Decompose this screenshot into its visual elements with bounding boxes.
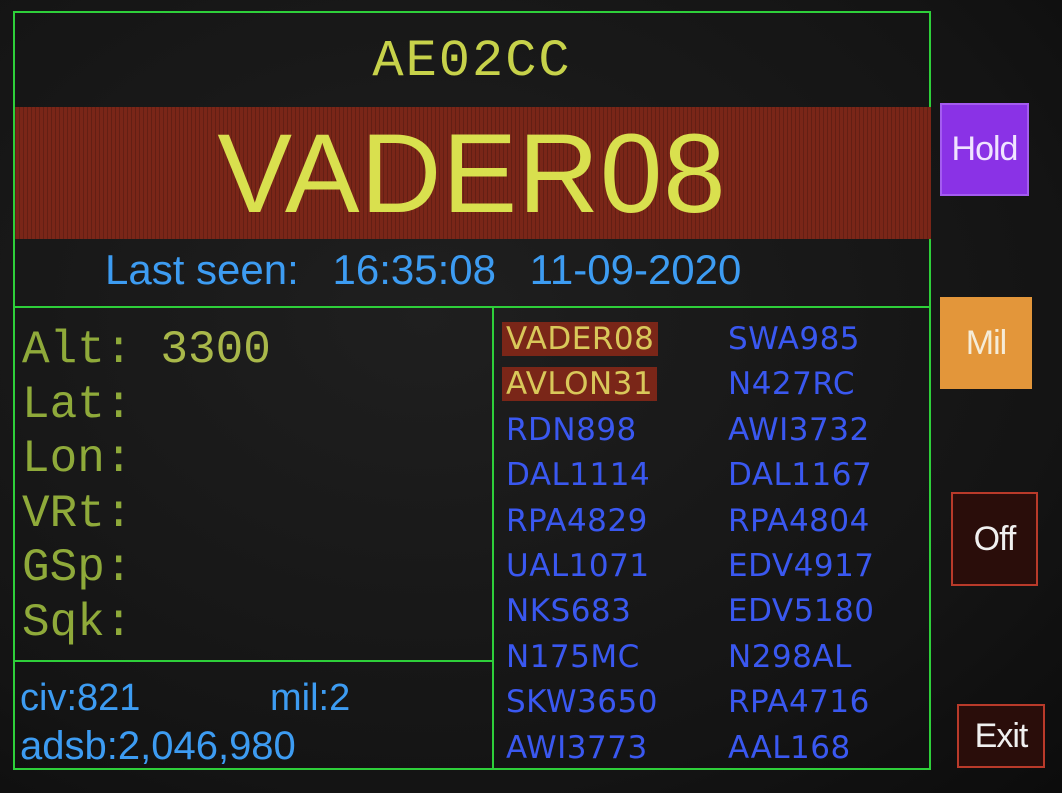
exit-button[interactable]: Exit (957, 704, 1045, 768)
flight-list-item[interactable]: RDN898 (502, 413, 641, 447)
stat-ground-speed: GSp: (22, 541, 271, 596)
flight-list-item[interactable]: EDV5180 (724, 594, 879, 628)
flight-list-item[interactable]: N298AL (724, 640, 856, 674)
mil-button[interactable]: Mil (940, 297, 1032, 389)
divider-list (492, 306, 494, 770)
flight-list-item[interactable]: EDV4917 (724, 549, 879, 583)
off-button[interactable]: Off (951, 492, 1038, 586)
stat-value: 3300 (160, 324, 271, 376)
stat-label: Sqk: (22, 596, 133, 649)
last-seen-label: Last seen: (105, 246, 299, 293)
stat-altitude: Alt: 3300 (22, 323, 271, 378)
last-seen-line: Last seen: 16:35:08 11-09-2020 (105, 246, 763, 296)
message-counts: civ:821 mil:2 adsb:2,046,980 (20, 672, 490, 768)
flight-list-item[interactable]: N175MC (502, 640, 644, 674)
stat-longitude: Lon: (22, 432, 271, 487)
mil-count: mil:2 (270, 677, 351, 719)
flight-list-item[interactable]: SKW3650 (502, 685, 662, 719)
divider-counts (13, 660, 493, 662)
stat-label: Alt: (22, 324, 133, 376)
stat-squawk: Sqk: (22, 596, 271, 651)
last-seen-time: 16:35:08 (332, 246, 496, 293)
icao-code: AE02CC (372, 32, 572, 91)
flight-list-item[interactable]: N427RC (724, 367, 859, 401)
stat-label: VRt: (22, 487, 133, 540)
stat-label: Lat: (22, 378, 133, 431)
civ-count: civ:821 (20, 677, 141, 719)
flight-list-item[interactable]: DAL1114 (502, 458, 654, 492)
flight-list: VADER08 SWA985 AVLON31 N427RC RDN898 AWI3732 D… (498, 316, 928, 768)
flight-list-item[interactable]: DAL1167 (724, 458, 876, 492)
flight-list-item[interactable]: NKS683 (502, 594, 635, 628)
flight-list-item[interactable]: AWI3773 (502, 731, 652, 765)
display-screen: AE02CC VADER08 Last seen: 16:35:08 11-09… (0, 0, 1062, 793)
flight-list-item[interactable]: RPA4804 (724, 504, 874, 538)
stat-vertical-rate: VRt: (22, 487, 271, 542)
stat-label: GSp: (22, 542, 133, 594)
stat-latitude: Lat: (22, 378, 271, 433)
flight-list-item[interactable]: RPA4716 (724, 685, 874, 719)
flight-list-item[interactable]: VADER08 (502, 322, 659, 356)
last-seen-date: 11-09-2020 (529, 246, 742, 293)
flight-list-item[interactable]: SWA985 (724, 322, 864, 356)
flight-list-item[interactable]: AVLON31 (502, 367, 658, 402)
flight-list-item[interactable]: UAL1071 (502, 549, 654, 583)
stat-label: Lon: (22, 433, 133, 485)
adsb-count: adsb:2,046,980 (20, 724, 296, 768)
flight-list-item[interactable]: RPA4829 (502, 504, 652, 538)
callsign-title: VADER08 (217, 111, 727, 236)
hold-button[interactable]: Hold (940, 103, 1029, 196)
divider-top (13, 306, 931, 308)
flight-list-item[interactable]: AWI3732 (724, 413, 874, 447)
aircraft-stats: Alt: 3300 Lat: Lon: VRt: GSp: Sqk: (22, 323, 271, 650)
flight-list-item[interactable]: AAL168 (724, 731, 855, 765)
